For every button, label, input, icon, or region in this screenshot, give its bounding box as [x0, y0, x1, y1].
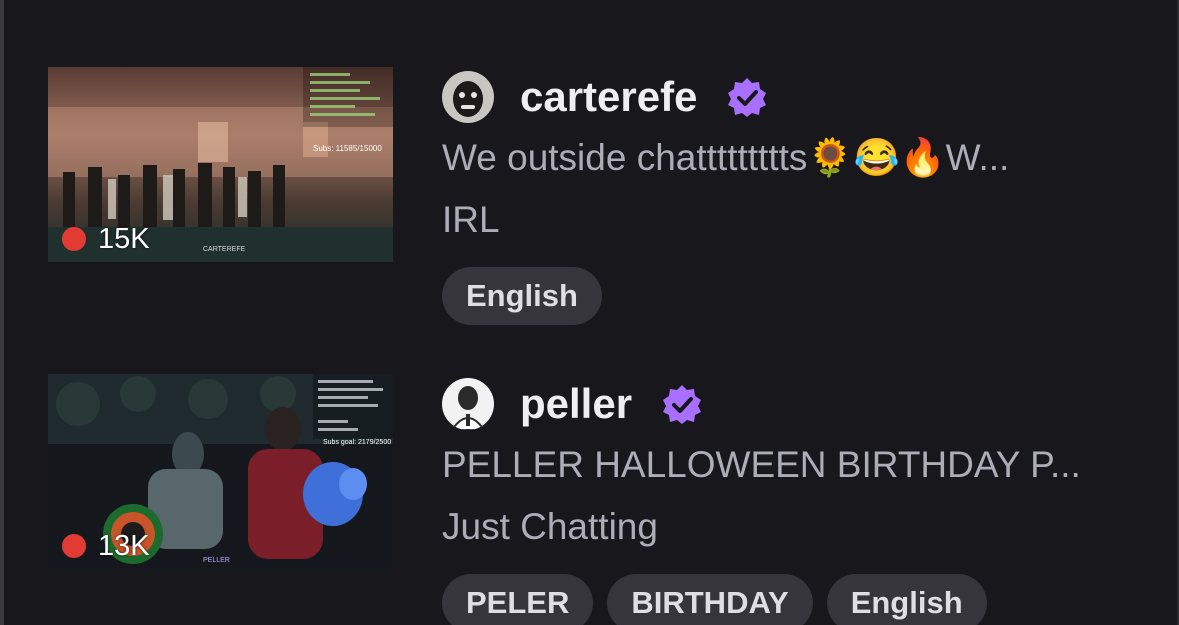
- tag-peler[interactable]: PELER: [442, 574, 594, 625]
- tag-birthday[interactable]: BIRTHDAY: [607, 574, 813, 625]
- stream-thumbnail[interactable]: Subs goal: 2179/2500 PELLER 13K: [48, 374, 393, 569]
- channel-row: carterefe: [442, 69, 767, 125]
- stream-title[interactable]: We outside chattttttttts🌻😂🔥W...: [442, 135, 1142, 181]
- viewer-count: 13K: [98, 530, 150, 562]
- tag-english[interactable]: English: [826, 574, 987, 625]
- thumbnail-watermark: CARTEREFE: [203, 246, 246, 253]
- thumbnail-subs-text: Subs: 11585/15000: [313, 144, 382, 153]
- stream-title[interactable]: PELLER HALLOWEEN BIRTHDAY P...: [442, 442, 1142, 488]
- stream-thumbnail[interactable]: Subs: 11585/15000 CARTEREFE 15K: [48, 67, 393, 262]
- thumbnail-watermark: PELLER: [203, 557, 230, 564]
- channel-row: peller: [442, 376, 702, 432]
- verified-badge-icon: [728, 78, 767, 117]
- tag-list: English: [442, 267, 616, 325]
- left-divider: [0, 0, 4, 625]
- live-dot-icon: [62, 227, 86, 251]
- stream-list: Subs: 11585/15000 CARTEREFE 15K carteref…: [0, 0, 1179, 625]
- tag-list: PELER BIRTHDAY English: [442, 574, 1001, 625]
- channel-name[interactable]: carterefe: [520, 72, 697, 122]
- stream-category[interactable]: IRL: [442, 197, 500, 243]
- tag-english[interactable]: English: [442, 267, 602, 325]
- avatar[interactable]: [442, 71, 494, 123]
- viewer-count-badge: 15K: [62, 222, 150, 256]
- avatar[interactable]: [442, 378, 494, 430]
- stream-category[interactable]: Just Chatting: [442, 504, 658, 550]
- verified-badge-icon: [663, 385, 702, 424]
- thumbnail-subs-text: Subs goal: 2179/2500: [323, 439, 391, 446]
- live-dot-icon: [62, 534, 86, 558]
- viewer-count-badge: 13K: [62, 529, 150, 563]
- channel-name[interactable]: peller: [520, 379, 632, 429]
- viewer-count: 15K: [98, 223, 150, 255]
